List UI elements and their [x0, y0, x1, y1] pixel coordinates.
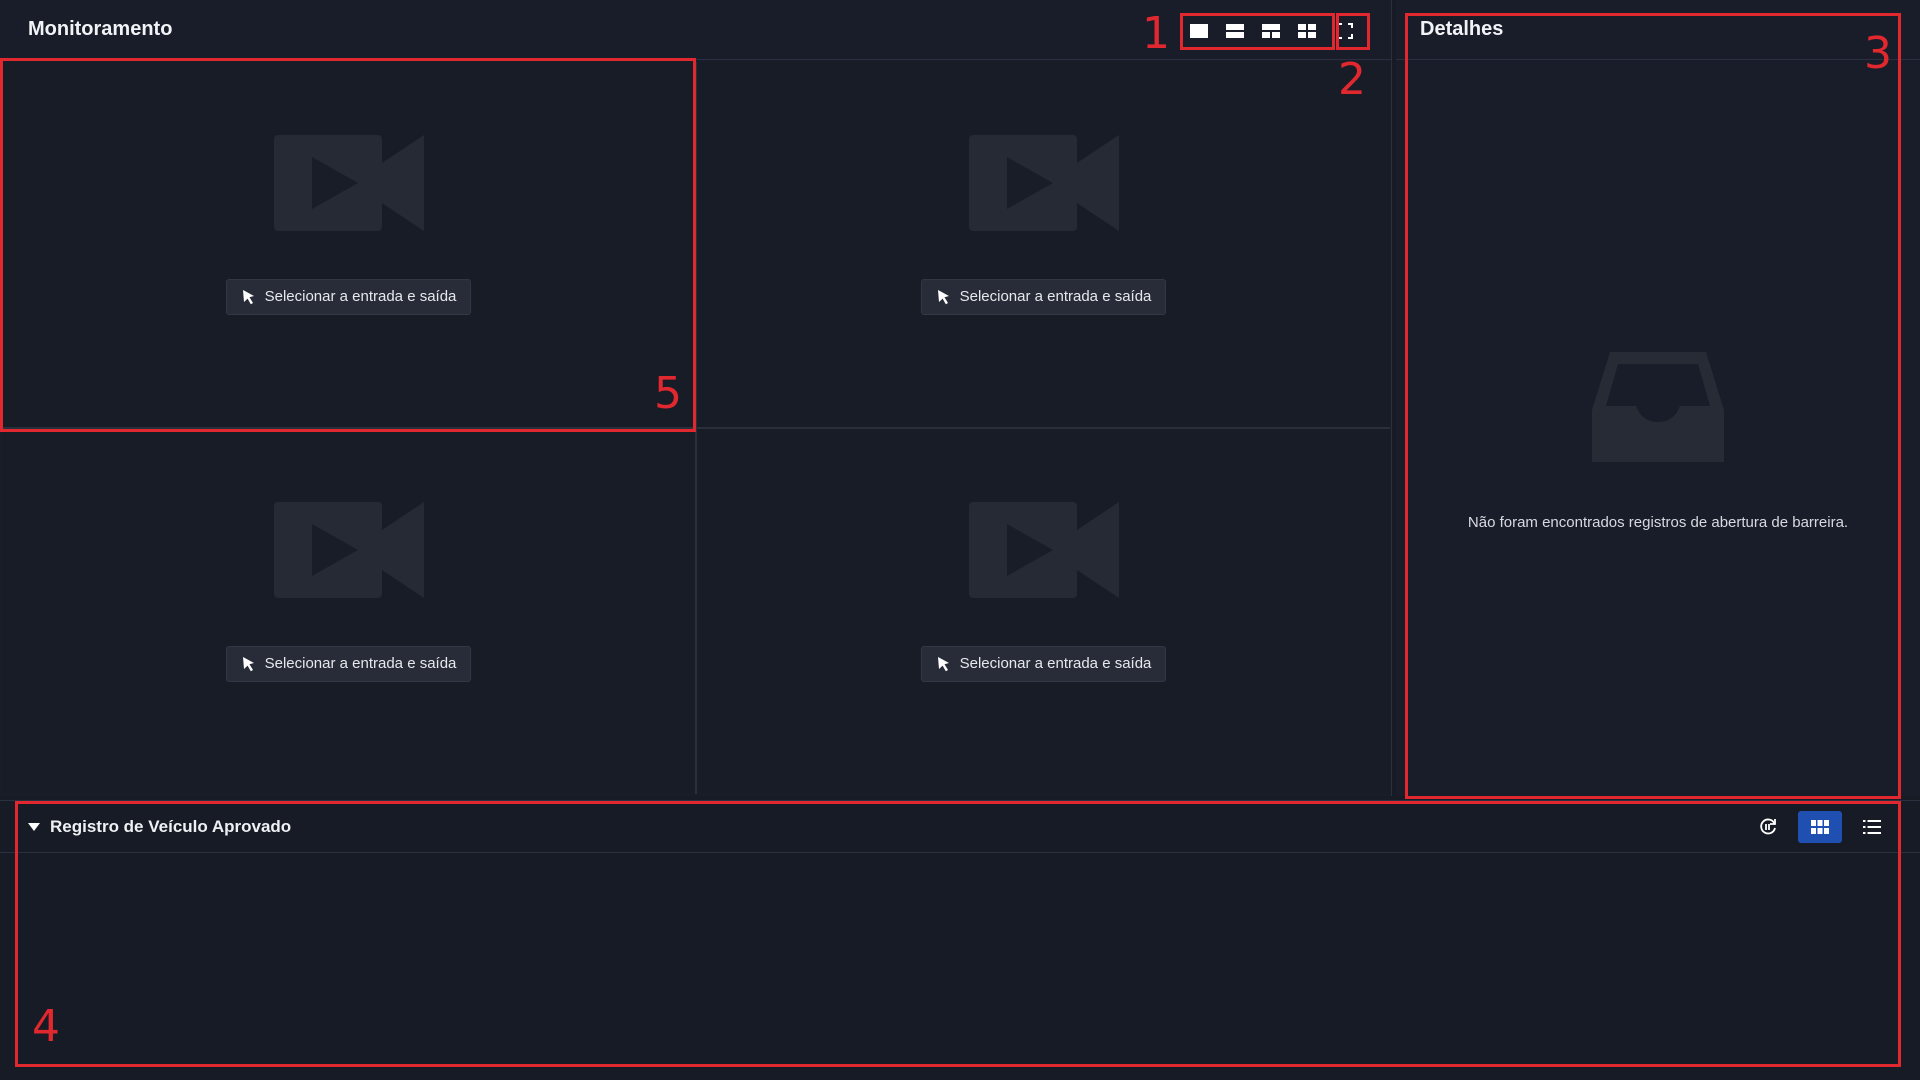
video-grid: Selecionar a entrada e saída Selecionar …	[2, 62, 1390, 794]
records-header: Registro de Veículo Aprovado	[0, 801, 1920, 853]
approved-vehicle-records-panel: Registro de Veículo Aprovado	[0, 800, 1920, 1080]
annotation-number-2: 2	[1338, 54, 1366, 105]
select-entry-exit-button[interactable]: Selecionar a entrada e saída	[225, 278, 472, 315]
refresh-button[interactable]	[1746, 811, 1790, 843]
cursor-icon	[937, 289, 949, 304]
video-cell[interactable]: Selecionar a entrada e saída	[2, 429, 695, 794]
details-panel: Detalhes Não foram encontrados registros…	[1396, 0, 1920, 796]
monitoring-header: Monitoramento	[0, 0, 1391, 60]
list-view-icon	[1863, 820, 1881, 834]
cursor-icon	[937, 656, 949, 671]
select-entry-exit-label: Selecionar a entrada e saída	[959, 655, 1152, 672]
annotation-number-4: 4	[32, 1001, 60, 1052]
three-view-icon	[1262, 24, 1280, 38]
video-cell[interactable]: Selecionar a entrada e saída	[697, 62, 1390, 427]
grid-view-icon	[1811, 820, 1829, 834]
select-entry-exit-label: Selecionar a entrada e saída	[264, 655, 457, 672]
records-collapse-toggle[interactable]: Registro de Veículo Aprovado	[28, 817, 291, 837]
details-title: Detalhes	[1420, 18, 1504, 40]
video-cell[interactable]: Selecionar a entrada e saída	[697, 429, 1390, 794]
single-view-icon	[1190, 24, 1208, 38]
records-toolbar	[1746, 811, 1894, 843]
fullscreen-icon	[1337, 23, 1353, 39]
layout-1x2-button[interactable]	[1217, 14, 1253, 48]
cursor-icon	[242, 289, 254, 304]
monitoring-panel: Monitoramento Selecionar a entrada e saí…	[0, 0, 1392, 796]
select-entry-exit-label: Selecionar a entrada e saída	[264, 288, 457, 305]
grid-view-button[interactable]	[1798, 811, 1842, 843]
fullscreen-button[interactable]	[1327, 14, 1363, 48]
annotation-number-3: 3	[1864, 28, 1892, 79]
monitoring-title: Monitoramento	[28, 18, 173, 40]
empty-inbox-icon	[1592, 352, 1724, 462]
refresh-icon	[1760, 818, 1776, 835]
empty-message: Não foram encontrados registros de abert…	[1467, 514, 1849, 531]
layout-1x1-button[interactable]	[1181, 14, 1217, 48]
caret-down-icon	[28, 823, 40, 831]
app-window: Monitoramento Selecionar a entrada e saí…	[0, 0, 1920, 1080]
video-camera-icon	[968, 501, 1119, 598]
cursor-icon	[242, 656, 254, 671]
records-title: Registro de Veículo Aprovado	[50, 817, 292, 836]
two-row-view-icon	[1226, 24, 1244, 38]
list-view-button[interactable]	[1850, 811, 1894, 843]
layout-toolbar	[1181, 14, 1363, 48]
select-entry-exit-button[interactable]: Selecionar a entrada e saída	[920, 278, 1167, 315]
layout-1plus2-button[interactable]	[1253, 14, 1289, 48]
select-entry-exit-button[interactable]: Selecionar a entrada e saída	[920, 645, 1167, 682]
four-view-icon	[1298, 24, 1316, 38]
select-entry-exit-button[interactable]: Selecionar a entrada e saída	[225, 645, 472, 682]
details-header: Detalhes	[1396, 0, 1920, 60]
select-entry-exit-label: Selecionar a entrada e saída	[959, 288, 1152, 305]
details-empty-state: Não foram encontrados registros de abert…	[1396, 350, 1920, 531]
video-camera-icon	[968, 134, 1119, 231]
video-camera-icon	[273, 134, 424, 231]
video-cell[interactable]: Selecionar a entrada e saída	[2, 62, 695, 427]
annotation-number-5: 5	[654, 368, 682, 419]
annotation-number-1: 1	[1142, 8, 1170, 59]
layout-2x2-button[interactable]	[1289, 14, 1325, 48]
video-camera-icon	[273, 501, 424, 598]
